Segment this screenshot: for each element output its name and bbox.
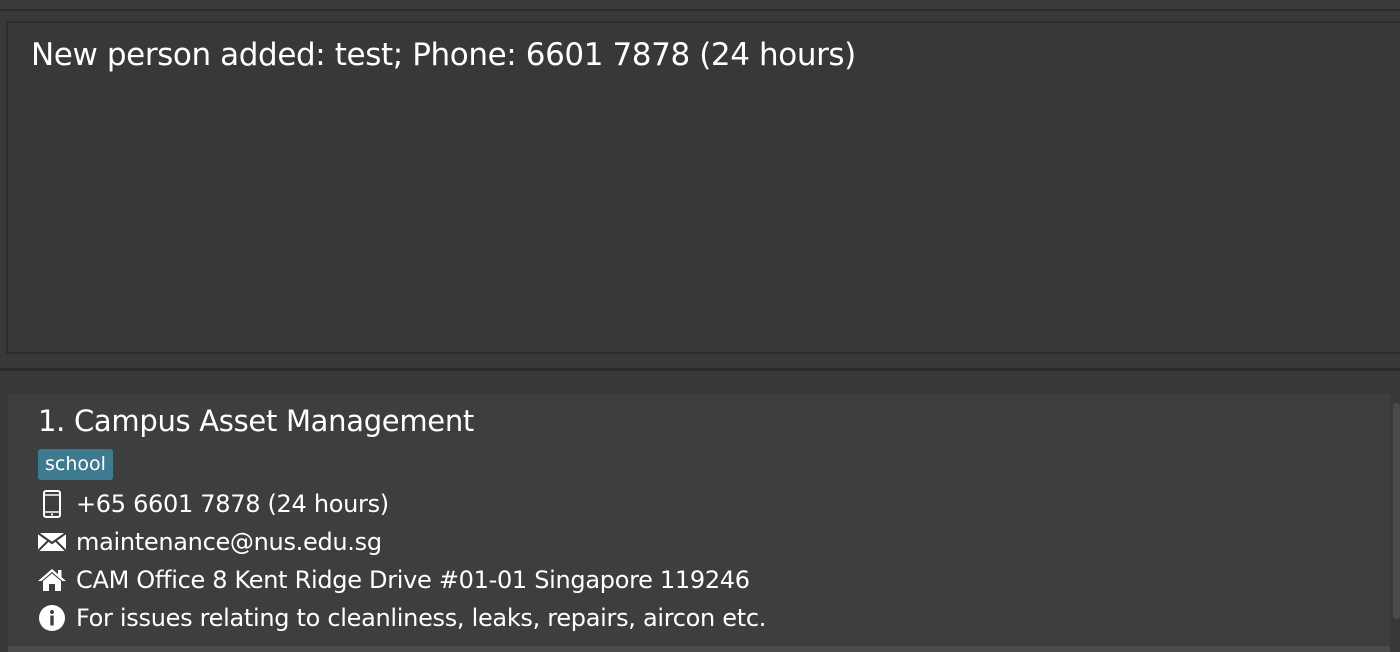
home-icon bbox=[36, 565, 68, 595]
description-row: For issues relating to cleanliness, leak… bbox=[36, 602, 766, 634]
address-text: CAM Office 8 Kent Ridge Drive #01-01 Sin… bbox=[76, 566, 750, 594]
person-list-pane: 1. Campus Asset Management school +65 66… bbox=[0, 371, 1400, 652]
result-message: New person added: test; Phone: 6601 7878… bbox=[31, 37, 856, 73]
phone-icon bbox=[36, 489, 68, 519]
email-icon bbox=[36, 527, 68, 557]
result-display-pane: New person added: test; Phone: 6601 7878… bbox=[0, 11, 1400, 368]
phone-text: +65 6601 7878 (24 hours) bbox=[76, 490, 389, 518]
email-text: maintenance@nus.edu.sg bbox=[76, 528, 382, 556]
list-scrollbar[interactable] bbox=[1393, 403, 1400, 619]
person-card[interactable]: 1. Campus Asset Management school +65 66… bbox=[8, 394, 1390, 646]
email-row: maintenance@nus.edu.sg bbox=[36, 526, 382, 558]
result-display-box[interactable]: New person added: test; Phone: 6601 7878… bbox=[6, 21, 1400, 354]
phone-row: +65 6601 7878 (24 hours) bbox=[36, 488, 389, 520]
info-icon bbox=[36, 603, 68, 633]
description-text: For issues relating to cleanliness, leak… bbox=[76, 604, 767, 632]
tag-badge: school bbox=[38, 449, 113, 480]
address-row: CAM Office 8 Kent Ridge Drive #01-01 Sin… bbox=[36, 564, 750, 596]
command-box-bottom-edge bbox=[0, 0, 1400, 11]
next-card-edge bbox=[8, 646, 1390, 652]
person-name: 1. Campus Asset Management bbox=[38, 404, 474, 438]
